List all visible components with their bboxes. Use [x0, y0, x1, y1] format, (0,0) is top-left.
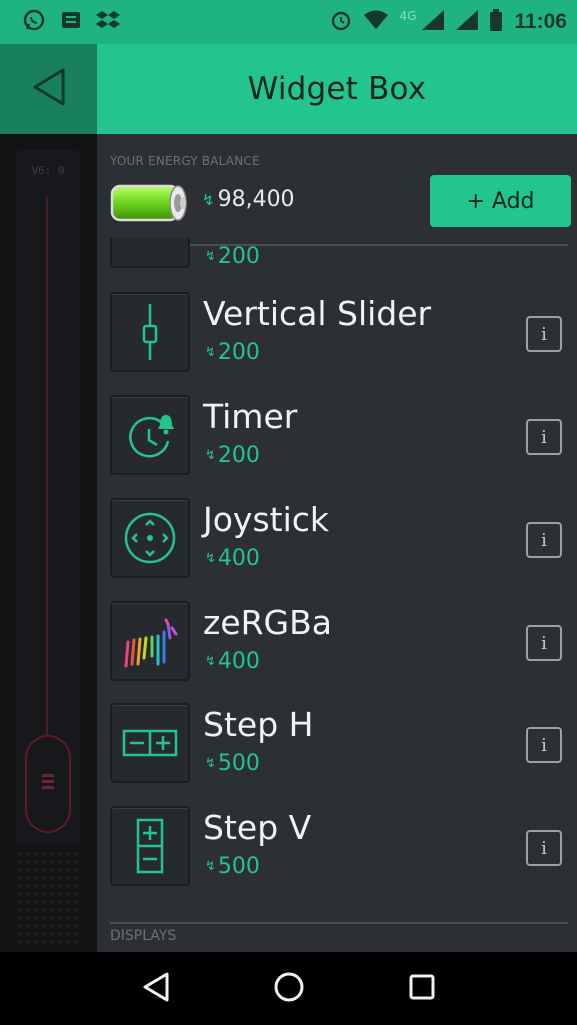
alarm-icon — [330, 9, 352, 35]
status-bar: 4G 11:06 — [0, 0, 577, 44]
energy-battery-icon — [110, 182, 190, 228]
widget-price-value: 400 — [217, 546, 260, 571]
widget-price-value: 500 — [217, 854, 260, 879]
info-button[interactable]: i — [526, 316, 562, 352]
partial-widget-icon[interactable] — [110, 238, 190, 268]
info-button[interactable]: i — [526, 830, 562, 866]
add-energy-button[interactable]: + Add — [430, 175, 571, 227]
widget-name: Timer — [203, 397, 298, 436]
widget-item-timer[interactable]: Timer ↯ 200 i — [110, 395, 570, 475]
energy-bolt-icon: ↯ — [202, 190, 215, 209]
widget-price: ↯ 500 — [205, 751, 260, 776]
energy-bolt-icon: ↯ — [205, 551, 216, 566]
info-button[interactable]: i — [526, 625, 562, 661]
widget-price-value: 200 — [217, 340, 260, 365]
slider-pin-label: V6: 0 — [31, 164, 65, 177]
widget-price: ↯ 500 — [205, 854, 260, 879]
widget-item-step-v[interactable]: Step V ↯ 500 i — [110, 806, 570, 886]
widget-price-value: 500 — [217, 751, 260, 776]
widget-item-vertical-slider[interactable]: Vertical Slider ↯ 200 i — [110, 292, 570, 372]
energy-balance-label: YOUR ENERGY BALANCE — [110, 154, 260, 168]
info-button[interactable]: i — [526, 727, 562, 763]
system-nav-bar — [0, 952, 577, 1025]
info-button[interactable]: i — [526, 522, 562, 558]
signal-icon — [422, 10, 445, 34]
zebra-icon — [110, 601, 190, 681]
energy-balance-value: ↯ 98,400 — [202, 187, 295, 212]
section-displays-label: DISPLAYS — [110, 928, 177, 944]
widget-name: Joystick — [203, 500, 330, 539]
energy-bolt-icon: ↯ — [205, 756, 216, 771]
title-bar: Widget Box — [97, 44, 577, 134]
widget-name: Vertical Slider — [203, 294, 432, 333]
energy-bolt-icon: ↯ — [205, 448, 216, 463]
energy-amount: 98,400 — [217, 187, 295, 212]
widget-price-value: 200 — [217, 443, 260, 468]
joystick-icon — [110, 498, 190, 578]
step-h-icon — [110, 703, 190, 783]
widget-price: ↯ 200 — [205, 443, 260, 468]
widget-item-step-h[interactable]: Step H ↯ 500 i — [110, 703, 570, 783]
partial-price-value: 200 — [217, 244, 260, 269]
energy-bolt-icon: ↯ — [205, 859, 216, 874]
network-type-label: 4G — [399, 9, 417, 23]
widget-name: zeRGBa — [203, 603, 332, 642]
nav-home-icon[interactable] — [272, 970, 306, 1008]
battery-icon — [490, 9, 503, 35]
step-v-icon — [110, 806, 190, 886]
nav-back-icon[interactable] — [141, 971, 171, 1007]
dropbox-icon — [96, 9, 120, 35]
energy-bolt-icon: ↯ — [205, 654, 216, 669]
widget-price-value: 400 — [217, 649, 260, 674]
widget-price: ↯ 400 — [205, 546, 260, 571]
status-time: 11:06 — [514, 10, 567, 33]
divider — [110, 922, 568, 924]
widget-box-panel[interactable]: YOUR ENERGY BALANCE ↯ 98,400 + Add ↯ 200 — [97, 134, 577, 952]
back-triangle-icon — [31, 67, 67, 111]
vertical-slider-widget[interactable]: V6: 0 — [16, 150, 80, 845]
widget-name: Step H — [203, 705, 314, 744]
app-header: Widget Box — [0, 44, 577, 134]
vertical-slider-icon — [110, 292, 190, 372]
widget-price: ↯ 200 — [205, 340, 260, 365]
back-button[interactable] — [0, 44, 97, 134]
partial-widget-price: ↯ 200 — [205, 244, 260, 269]
timer-icon — [110, 395, 190, 475]
nav-recents-icon[interactable] — [407, 972, 437, 1006]
signal-icon — [456, 10, 479, 34]
energy-bolt-icon: ↯ — [205, 249, 216, 264]
info-button[interactable]: i — [526, 419, 562, 455]
whatsapp-icon — [22, 8, 46, 36]
page-title: Widget Box — [247, 71, 427, 107]
wifi-icon — [363, 10, 388, 34]
energy-bolt-icon: ↯ — [205, 345, 216, 360]
message-icon — [60, 9, 82, 35]
slider-handle[interactable] — [25, 735, 71, 833]
widget-price: ↯ 400 — [205, 649, 260, 674]
widget-name: Step V — [203, 808, 312, 847]
widget-item-joystick[interactable]: Joystick ↯ 400 i — [110, 498, 570, 578]
grip-icon — [42, 774, 54, 792]
slider-track — [46, 196, 48, 756]
dot-grid — [16, 850, 80, 945]
widget-item-zergba[interactable]: zeRGBa ↯ 400 i — [110, 601, 570, 681]
